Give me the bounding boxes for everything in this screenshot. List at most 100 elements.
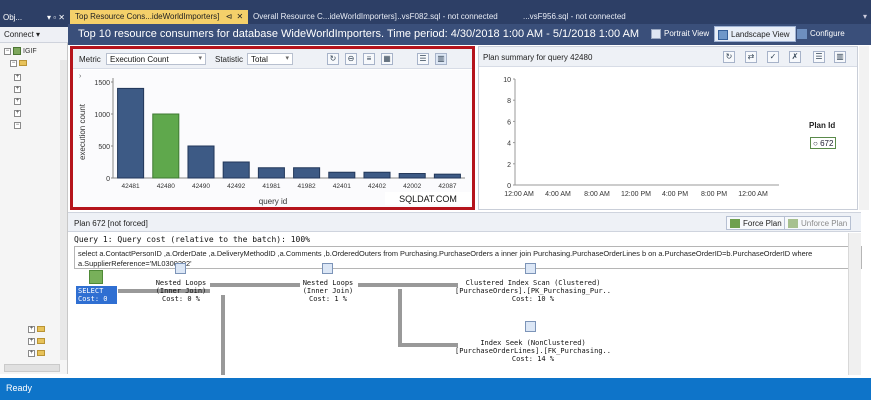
- vertical-scrollbar[interactable]: [60, 60, 67, 360]
- clustered-index-scan-operator[interactable]: Clustered Index Scan (Clustered) [Purcha…: [453, 279, 613, 303]
- tree-node[interactable]: +: [28, 324, 45, 334]
- select-icon[interactable]: [89, 270, 103, 284]
- force-plan-button[interactable]: Force Plan: [726, 216, 786, 230]
- index-seek-icon[interactable]: [525, 321, 536, 332]
- server-node[interactable]: − IGIF: [4, 46, 37, 56]
- x-tick-label: 42087: [438, 183, 456, 190]
- object-explorer-header: Obj... ▾ ▫ ✕: [0, 10, 68, 27]
- list-view-icon[interactable]: ☰: [813, 51, 825, 63]
- panel-controls-icon[interactable]: ▾ ▫ ✕: [47, 13, 65, 24]
- compare-plans-icon[interactable]: ⇄: [745, 51, 757, 63]
- chart-view-icon[interactable]: ▥: [834, 51, 846, 63]
- collapse-icon[interactable]: −: [10, 59, 17, 67]
- clustered-index-scan-icon[interactable]: [525, 263, 536, 274]
- x-tick-label: 12:00 AM: [738, 191, 768, 198]
- x-tick-label: 41981: [262, 183, 280, 190]
- tab-query-f956[interactable]: ...vsF956.sql - not connected: [518, 10, 658, 24]
- tree-node[interactable]: +: [14, 96, 21, 106]
- nested-loops-operator-2[interactable]: Nested Loops (Inner Join) Cost: 1 %: [292, 279, 364, 303]
- operator-detail: (Inner Join): [302, 287, 354, 295]
- tab-label: ...vsF082.sql - not connected: [395, 12, 498, 21]
- operator-cost: Cost: 0 %: [162, 295, 200, 303]
- portrait-view-button[interactable]: Portrait View: [648, 26, 714, 42]
- select-operator[interactable]: SELECT Cost: 0 %: [76, 286, 117, 311]
- x-tick-label: 42480: [157, 183, 175, 190]
- metric-select[interactable]: Execution Count ▾: [106, 53, 206, 65]
- operator-name: Index Seek (NonClustered): [480, 339, 586, 347]
- x-tick-label: 42401: [333, 183, 351, 190]
- refresh-icon[interactable]: ↻: [723, 51, 735, 63]
- bar-42402: [363, 171, 391, 179]
- operator-cost: Cost: 14 %: [511, 355, 555, 363]
- tree-node[interactable]: +: [28, 336, 45, 346]
- portrait-view-label: Portrait View: [664, 29, 710, 38]
- tree-node[interactable]: +: [28, 348, 45, 358]
- index-seek-operator[interactable]: Index Seek (NonClustered) [PurchaseOrder…: [453, 339, 613, 363]
- operator-name: Clustered Index Scan (Clustered): [465, 279, 601, 287]
- plan-summary-panel: Plan summary for query 42480 ↻ ⇄ ✓ ✗ ☰ ▥…: [478, 46, 858, 210]
- x-tick-label: 41982: [298, 183, 316, 190]
- vertical-scrollbar[interactable]: [859, 46, 869, 210]
- expand-icon[interactable]: +: [28, 325, 35, 333]
- plan-connector: [398, 289, 402, 344]
- statistic-select[interactable]: Total ▾: [247, 53, 293, 65]
- expand-icon[interactable]: +: [14, 97, 21, 105]
- expand-icon[interactable]: +: [28, 337, 35, 345]
- x-tick-label: 12:00 PM: [621, 191, 651, 198]
- legend-item-label: 672: [820, 139, 834, 148]
- bar-42481: [117, 87, 145, 179]
- force-plan-icon[interactable]: ✓: [767, 51, 779, 63]
- landscape-view-button[interactable]: Landscape View: [714, 26, 796, 42]
- sql-tooltip: select a.ContactPersonID ,a.OrderDate ,a…: [74, 246, 862, 269]
- y-tick-label: 6: [507, 119, 511, 126]
- nested-loops-icon[interactable]: [322, 263, 333, 274]
- collapse-icon[interactable]: −: [14, 121, 21, 129]
- tab-dropdown-icon[interactable]: ▾: [863, 12, 867, 21]
- plan-header: Plan 672 [not forced] Force Plan Unforce…: [68, 212, 861, 232]
- sql-text-line-1: select a.ContactPersonID ,a.OrderDate ,a…: [78, 249, 813, 258]
- expand-icon[interactable]: +: [14, 73, 21, 81]
- configure-button[interactable]: Configure: [794, 26, 850, 42]
- tab-top-resource-consumers[interactable]: Top Resource Cons...ideWorldImporters] ⊲…: [70, 10, 248, 24]
- chart-view-icon[interactable]: ▥: [435, 53, 447, 65]
- view-query-icon[interactable]: ≡: [363, 53, 375, 65]
- landscape-icon: [718, 30, 728, 40]
- close-icon[interactable]: ✕: [237, 12, 244, 21]
- expand-icon[interactable]: +: [28, 349, 35, 357]
- chevron-down-icon: ▾: [285, 55, 289, 62]
- collapse-icon[interactable]: −: [4, 47, 11, 55]
- unforce-plan-label: Unforce Plan: [801, 219, 848, 228]
- tree-node[interactable]: −: [10, 58, 27, 68]
- y-tick-label: 10: [503, 77, 511, 84]
- bar-42401: [328, 171, 356, 179]
- bar-41981: [257, 167, 285, 179]
- unforce-plan-icon[interactable]: ✗: [789, 51, 801, 63]
- legend-item-plan[interactable]: ○ 672: [810, 137, 836, 149]
- pin-icon[interactable]: ⊲: [226, 12, 233, 21]
- expand-icon[interactable]: +: [14, 85, 21, 93]
- bar-chart: 1500 1000 500 0 42481 42480 42490 42492 41981 419…: [78, 73, 471, 206]
- object-explorer: Obj... ▾ ▫ ✕ Connect ▾ − IGIF − + + + + …: [0, 10, 68, 374]
- force-plan-label: Force Plan: [743, 219, 782, 228]
- nested-loops-icon[interactable]: [175, 263, 186, 274]
- refresh-icon[interactable]: ↻: [327, 53, 339, 65]
- expand-icon[interactable]: +: [14, 109, 21, 117]
- track-query-icon[interactable]: ⊖: [345, 53, 357, 65]
- tree-node[interactable]: +: [14, 108, 21, 118]
- tree-node[interactable]: −: [14, 120, 21, 130]
- vertical-scrollbar[interactable]: [848, 233, 861, 375]
- grid-view-icon[interactable]: ▦: [381, 53, 393, 65]
- nested-loops-operator-1[interactable]: Nested Loops (Inner Join) Cost: 0 %: [145, 279, 217, 303]
- x-tick-label: 12:00 AM: [504, 191, 534, 198]
- list-view-icon[interactable]: ☰: [417, 53, 429, 65]
- tree-node[interactable]: +: [14, 72, 21, 82]
- horizontal-scrollbar[interactable]: [4, 364, 60, 372]
- tab-query-f082[interactable]: ...vsF082.sql - not connected: [390, 10, 518, 24]
- tree-node[interactable]: +: [14, 84, 21, 94]
- tab-overall-resource[interactable]: Overall Resource C...ideWorldImporters]: [248, 10, 397, 24]
- unforce-plan-button[interactable]: Unforce Plan: [784, 216, 852, 230]
- y-tick-label: 1000: [94, 112, 110, 119]
- plan-summary-chart: 108642012:00 AM 4:00 AM 8:00 AM 12:00 PM 4:0…: [503, 77, 779, 198]
- operator-name: Nested Loops: [302, 279, 354, 287]
- connect-button[interactable]: Connect ▾: [0, 27, 68, 43]
